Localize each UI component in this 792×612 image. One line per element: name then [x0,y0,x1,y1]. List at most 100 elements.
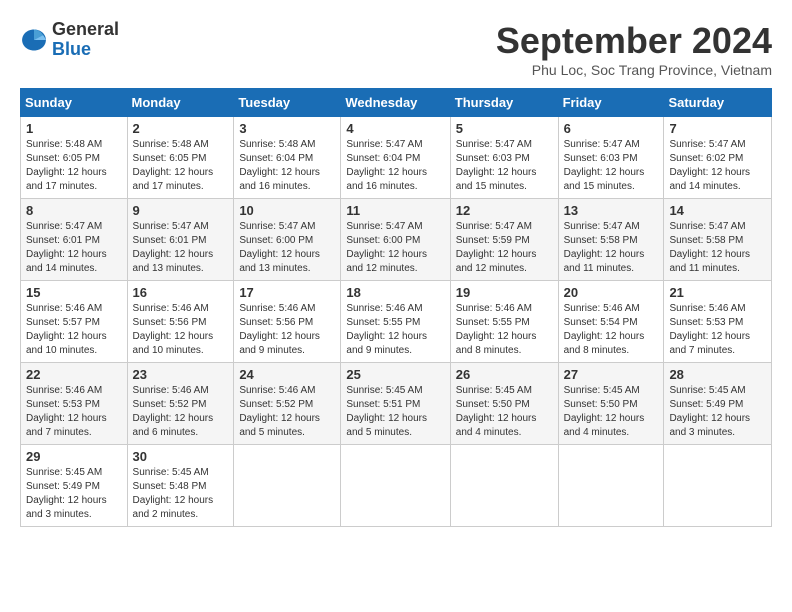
table-row: 10 Sunrise: 5:47 AM Sunset: 6:00 PM Dayl… [234,199,341,281]
location-label: Phu Loc, Soc Trang Province, Vietnam [496,62,772,78]
table-row: 23 Sunrise: 5:46 AM Sunset: 5:52 PM Dayl… [127,363,234,445]
table-row: 17 Sunrise: 5:46 AM Sunset: 5:56 PM Dayl… [234,281,341,363]
day-info: Sunrise: 5:46 AM Sunset: 5:55 PM Dayligh… [346,302,444,358]
day-info: Sunrise: 5:46 AM Sunset: 5:56 PM Dayligh… [133,302,229,358]
day-info: Sunrise: 5:47 AM Sunset: 5:59 PM Dayligh… [456,220,553,276]
col-thursday: Thursday [450,89,558,117]
day-number: 17 [239,285,335,300]
day-number: 2 [133,121,229,136]
table-row: 14 Sunrise: 5:47 AM Sunset: 5:58 PM Dayl… [664,199,772,281]
calendar-week-row: 22 Sunrise: 5:46 AM Sunset: 5:53 PM Dayl… [21,363,772,445]
col-wednesday: Wednesday [341,89,450,117]
day-number: 9 [133,203,229,218]
day-number: 4 [346,121,444,136]
table-row: 25 Sunrise: 5:45 AM Sunset: 5:51 PM Dayl… [341,363,450,445]
day-number: 3 [239,121,335,136]
day-info: Sunrise: 5:46 AM Sunset: 5:57 PM Dayligh… [26,302,122,358]
table-row: 1 Sunrise: 5:48 AM Sunset: 6:05 PM Dayli… [21,117,128,199]
calendar-header-row: Sunday Monday Tuesday Wednesday Thursday… [21,89,772,117]
day-number: 13 [564,203,659,218]
day-number: 22 [26,367,122,382]
day-number: 30 [133,449,229,464]
day-number: 12 [456,203,553,218]
day-info: Sunrise: 5:48 AM Sunset: 6:05 PM Dayligh… [26,138,122,194]
empty-cell [450,445,558,527]
col-friday: Friday [558,89,664,117]
day-info: Sunrise: 5:46 AM Sunset: 5:52 PM Dayligh… [239,384,335,440]
col-monday: Monday [127,89,234,117]
logo-icon [20,26,48,54]
table-row: 9 Sunrise: 5:47 AM Sunset: 6:01 PM Dayli… [127,199,234,281]
day-info: Sunrise: 5:45 AM Sunset: 5:50 PM Dayligh… [456,384,553,440]
day-number: 16 [133,285,229,300]
day-info: Sunrise: 5:45 AM Sunset: 5:49 PM Dayligh… [669,384,766,440]
day-info: Sunrise: 5:46 AM Sunset: 5:52 PM Dayligh… [133,384,229,440]
calendar-week-row: 29 Sunrise: 5:45 AM Sunset: 5:49 PM Dayl… [21,445,772,527]
day-info: Sunrise: 5:46 AM Sunset: 5:53 PM Dayligh… [26,384,122,440]
table-row: 5 Sunrise: 5:47 AM Sunset: 6:03 PM Dayli… [450,117,558,199]
day-info: Sunrise: 5:47 AM Sunset: 6:01 PM Dayligh… [26,220,122,276]
col-tuesday: Tuesday [234,89,341,117]
logo-text: General Blue [52,20,119,60]
day-number: 19 [456,285,553,300]
table-row: 8 Sunrise: 5:47 AM Sunset: 6:01 PM Dayli… [21,199,128,281]
day-number: 29 [26,449,122,464]
page-header: General Blue September 2024 Phu Loc, Soc… [20,20,772,78]
table-row: 12 Sunrise: 5:47 AM Sunset: 5:59 PM Dayl… [450,199,558,281]
day-number: 6 [564,121,659,136]
day-info: Sunrise: 5:46 AM Sunset: 5:54 PM Dayligh… [564,302,659,358]
table-row: 4 Sunrise: 5:47 AM Sunset: 6:04 PM Dayli… [341,117,450,199]
day-number: 27 [564,367,659,382]
empty-cell [558,445,664,527]
day-info: Sunrise: 5:47 AM Sunset: 6:02 PM Dayligh… [669,138,766,194]
day-number: 10 [239,203,335,218]
calendar-week-row: 1 Sunrise: 5:48 AM Sunset: 6:05 PM Dayli… [21,117,772,199]
day-info: Sunrise: 5:47 AM Sunset: 6:03 PM Dayligh… [456,138,553,194]
empty-cell [664,445,772,527]
day-info: Sunrise: 5:47 AM Sunset: 5:58 PM Dayligh… [669,220,766,276]
day-number: 24 [239,367,335,382]
calendar-week-row: 15 Sunrise: 5:46 AM Sunset: 5:57 PM Dayl… [21,281,772,363]
day-info: Sunrise: 5:48 AM Sunset: 6:05 PM Dayligh… [133,138,229,194]
table-row: 11 Sunrise: 5:47 AM Sunset: 6:00 PM Dayl… [341,199,450,281]
day-number: 5 [456,121,553,136]
table-row: 29 Sunrise: 5:45 AM Sunset: 5:49 PM Dayl… [21,445,128,527]
empty-cell [341,445,450,527]
table-row: 7 Sunrise: 5:47 AM Sunset: 6:02 PM Dayli… [664,117,772,199]
day-info: Sunrise: 5:46 AM Sunset: 5:56 PM Dayligh… [239,302,335,358]
day-info: Sunrise: 5:47 AM Sunset: 6:03 PM Dayligh… [564,138,659,194]
table-row: 19 Sunrise: 5:46 AM Sunset: 5:55 PM Dayl… [450,281,558,363]
day-number: 26 [456,367,553,382]
day-info: Sunrise: 5:45 AM Sunset: 5:51 PM Dayligh… [346,384,444,440]
day-info: Sunrise: 5:47 AM Sunset: 6:04 PM Dayligh… [346,138,444,194]
day-number: 7 [669,121,766,136]
day-info: Sunrise: 5:46 AM Sunset: 5:55 PM Dayligh… [456,302,553,358]
day-info: Sunrise: 5:47 AM Sunset: 6:00 PM Dayligh… [346,220,444,276]
table-row: 28 Sunrise: 5:45 AM Sunset: 5:49 PM Dayl… [664,363,772,445]
table-row: 20 Sunrise: 5:46 AM Sunset: 5:54 PM Dayl… [558,281,664,363]
day-info: Sunrise: 5:45 AM Sunset: 5:48 PM Dayligh… [133,466,229,522]
table-row: 3 Sunrise: 5:48 AM Sunset: 6:04 PM Dayli… [234,117,341,199]
day-number: 23 [133,367,229,382]
table-row: 2 Sunrise: 5:48 AM Sunset: 6:05 PM Dayli… [127,117,234,199]
table-row: 22 Sunrise: 5:46 AM Sunset: 5:53 PM Dayl… [21,363,128,445]
day-number: 8 [26,203,122,218]
calendar-week-row: 8 Sunrise: 5:47 AM Sunset: 6:01 PM Dayli… [21,199,772,281]
table-row: 15 Sunrise: 5:46 AM Sunset: 5:57 PM Dayl… [21,281,128,363]
table-row: 26 Sunrise: 5:45 AM Sunset: 5:50 PM Dayl… [450,363,558,445]
col-saturday: Saturday [664,89,772,117]
logo: General Blue [20,20,119,60]
day-info: Sunrise: 5:47 AM Sunset: 5:58 PM Dayligh… [564,220,659,276]
day-number: 1 [26,121,122,136]
col-sunday: Sunday [21,89,128,117]
day-number: 21 [669,285,766,300]
day-number: 11 [346,203,444,218]
day-number: 25 [346,367,444,382]
day-info: Sunrise: 5:48 AM Sunset: 6:04 PM Dayligh… [239,138,335,194]
table-row: 27 Sunrise: 5:45 AM Sunset: 5:50 PM Dayl… [558,363,664,445]
empty-cell [234,445,341,527]
table-row: 18 Sunrise: 5:46 AM Sunset: 5:55 PM Dayl… [341,281,450,363]
table-row: 6 Sunrise: 5:47 AM Sunset: 6:03 PM Dayli… [558,117,664,199]
day-number: 14 [669,203,766,218]
day-number: 20 [564,285,659,300]
